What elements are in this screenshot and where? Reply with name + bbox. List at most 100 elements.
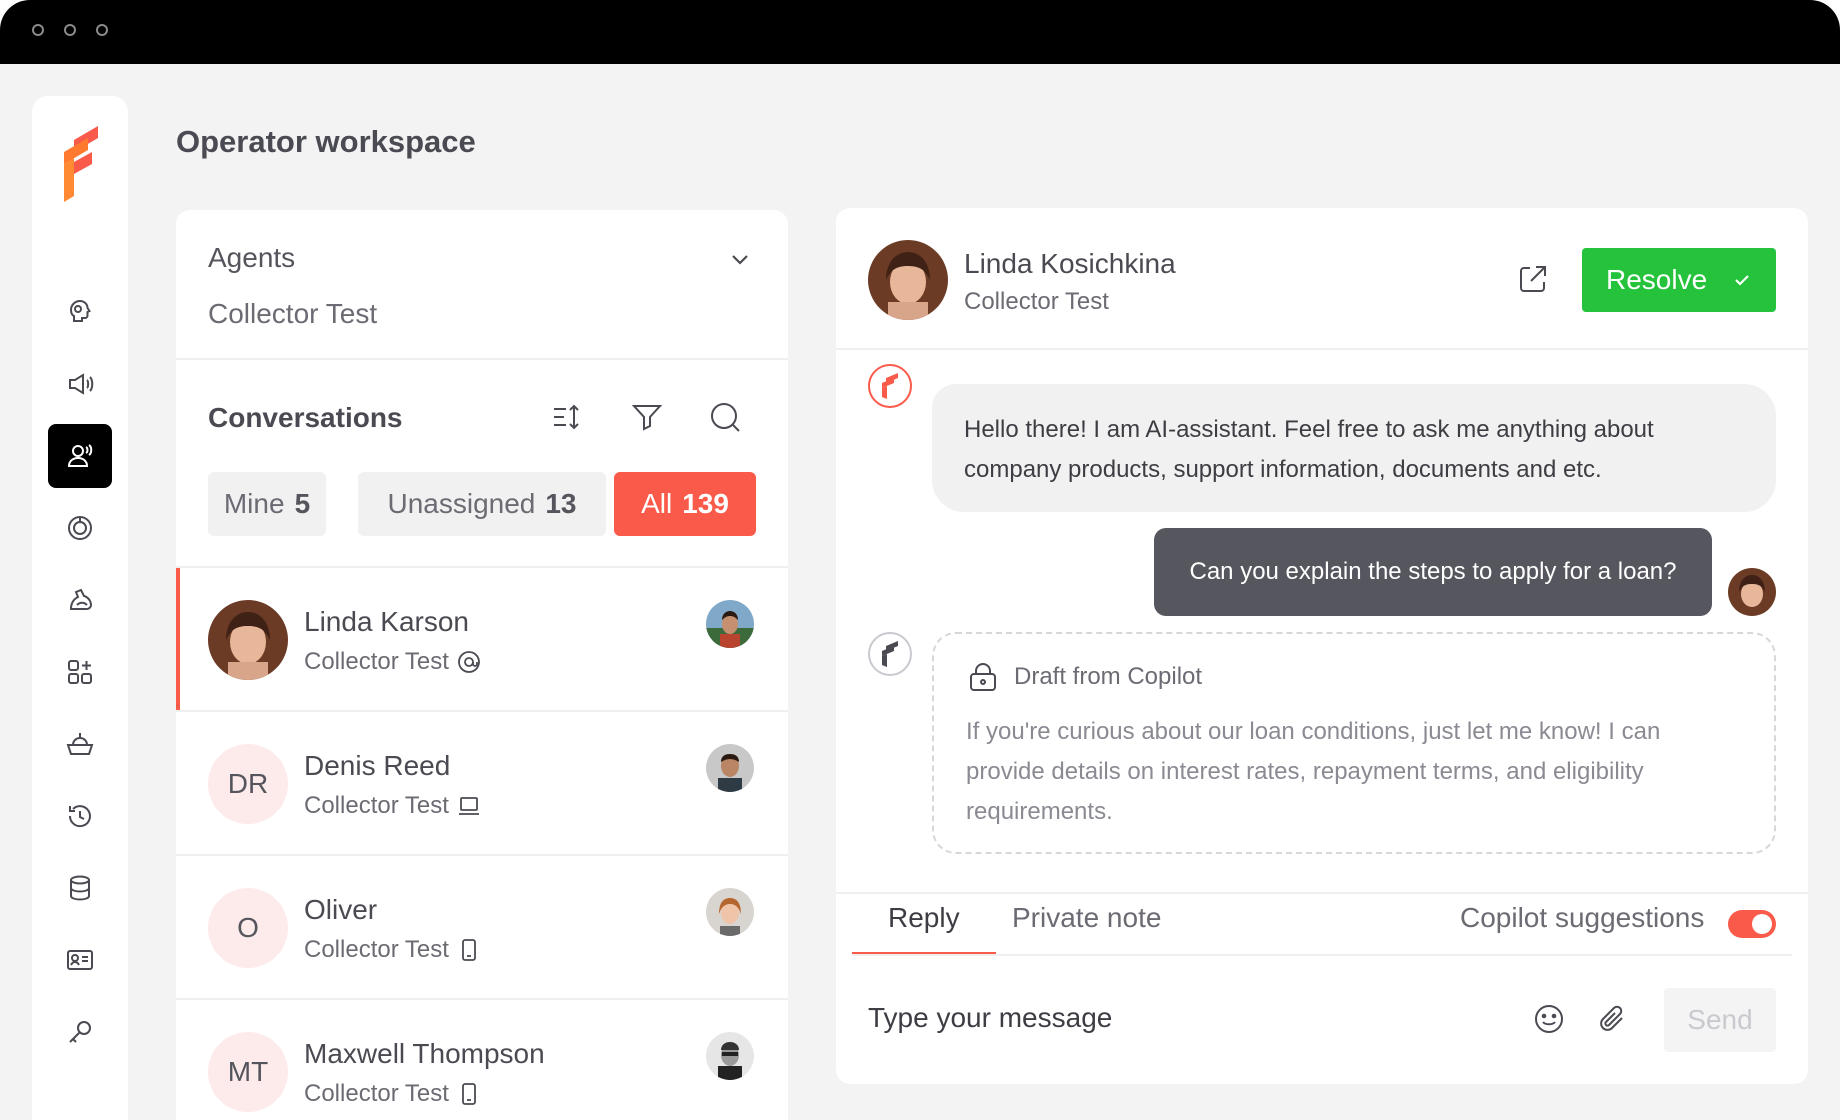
muscle-icon [69,588,93,610]
copilot-draft[interactable]: Draft from Copilot If you're curious abo… [932,632,1776,854]
divider [836,348,1808,350]
laptop-icon [458,797,479,815]
divider [836,892,1808,894]
tab-unassigned-label: Unassigned [387,488,536,519]
brand-logo-icon [64,126,98,202]
window-close-button[interactable] [32,24,44,36]
nav-training[interactable] [48,568,112,632]
nav-recipes[interactable] [48,712,112,776]
tab-private-note[interactable]: Private note [1012,902,1161,934]
bot-message-bubble: Hello there! I am AI-assistant. Feel fre… [932,384,1776,512]
tab-mine[interactable]: Mine 5 [208,472,326,536]
brand-logo-icon [882,373,898,399]
share-icon[interactable] [1516,262,1550,296]
contact-subtitle: Collector Test [304,936,481,964]
agents-label: Agents [208,242,296,273]
avatar [1728,568,1776,616]
nav-keys[interactable] [48,1000,112,1064]
sort-icon[interactable] [550,400,584,434]
draft-title: Draft from Copilot [1014,663,1203,690]
contact-agent: Collector Test [304,792,449,819]
tab-unassigned[interactable]: Unassigned 13 [358,472,606,536]
contact-name: Oliver [304,894,378,925]
nav-operator[interactable] [48,424,112,488]
copilot-suggestions-label: Copilot suggestions [1460,902,1705,933]
draft-header: Draft from Copilot [966,660,1202,694]
nav-apps[interactable] [48,640,112,704]
at-sign-icon [458,651,480,673]
message-input[interactable]: Type your message [868,1002,1112,1034]
app-window: Operator workspace Agents Collector Test… [0,0,1840,1120]
phone-icon [462,1083,476,1105]
avatar [208,600,288,680]
contact-name: Denis Reed [304,750,451,781]
assignee-avatar [706,888,754,936]
conversations-panel: Agents Collector Test Conversations Mine… [176,210,788,1120]
tab-unassigned-count: 13 [545,488,577,519]
contact-agent: Collector Test [304,1080,449,1107]
draft-text: If you're curious about our loan conditi… [966,718,1661,825]
nav-campaigns[interactable] [48,352,112,416]
assignee-avatar [706,1032,754,1080]
copilot-avatar [868,632,912,676]
copilot-suggestions-toggle[interactable] [1728,910,1776,938]
avatar [868,240,948,320]
title-bar [0,0,1840,64]
assignee-avatar [706,600,754,648]
nav-database[interactable] [48,856,112,920]
operator-icon [67,444,93,467]
check-icon [1735,275,1749,286]
window-maximize-button[interactable] [96,24,108,36]
database-icon [70,875,90,901]
assignee-avatar [706,744,754,792]
avatar-initials: MT [208,1032,288,1112]
page-title: Operator workspace [176,124,476,159]
contact-subtitle: Collector Test [304,792,481,820]
key-icon [69,1021,91,1043]
resolve-label: Resolve [1606,264,1708,295]
send-button[interactable]: Send [1664,988,1776,1052]
history-icon [68,805,91,828]
brand-logo-icon [882,641,898,667]
conversation-row[interactable]: O Oliver Collector Test [176,856,788,998]
nav-contacts[interactable] [48,928,112,992]
contact-name: Linda Karson [304,606,470,637]
lock-icon [970,663,996,691]
nav-analytics[interactable] [48,496,112,560]
contact-card-icon [67,950,93,970]
conversation-row[interactable]: Linda Karson Collector Test [176,568,788,710]
conversation-row[interactable]: MT Maxwell Thompson Collector Test [176,1000,788,1120]
conversation-row[interactable]: DR Denis Reed Collector Test [176,712,788,854]
avatar-initials: O [208,888,288,968]
user-message-bubble: Can you explain the steps to apply for a… [1154,528,1712,616]
bowl-icon [66,733,94,755]
contact-agent: Collector Test [304,648,449,675]
chat-contact-name: Linda Kosichkina [964,248,1176,279]
chat-contact-subtitle: Collector Test [964,288,1109,315]
tab-mine-count: 5 [294,488,311,519]
divider [176,358,788,360]
contact-subtitle: Collector Test [304,1080,481,1108]
nav-brain[interactable] [48,280,112,344]
filter-icon[interactable] [630,400,664,434]
phone-icon [462,939,476,961]
brain-icon [69,299,91,322]
agents-selected-value[interactable]: Collector Test [208,298,377,330]
tab-all[interactable]: All 139 [614,472,756,536]
bot-avatar [868,364,912,408]
contact-name: Maxwell Thompson [304,1038,545,1069]
attachment-icon[interactable] [1596,1002,1630,1036]
analytics-icon [68,516,92,540]
nav-history[interactable] [48,784,112,848]
contact-subtitle: Collector Test [304,648,481,676]
resolve-button[interactable]: Resolve [1582,248,1776,312]
tab-all-count: 139 [682,488,729,519]
divider [852,954,1792,956]
chat-panel: Linda Kosichkina Collector Test Resolve … [836,208,1808,1084]
window-minimize-button[interactable] [64,24,76,36]
tab-reply[interactable]: Reply [888,902,960,934]
chevron-down-icon[interactable] [726,246,754,274]
search-icon[interactable] [708,400,742,434]
emoji-icon[interactable] [1532,1002,1566,1036]
tab-all-label: All [641,488,673,519]
